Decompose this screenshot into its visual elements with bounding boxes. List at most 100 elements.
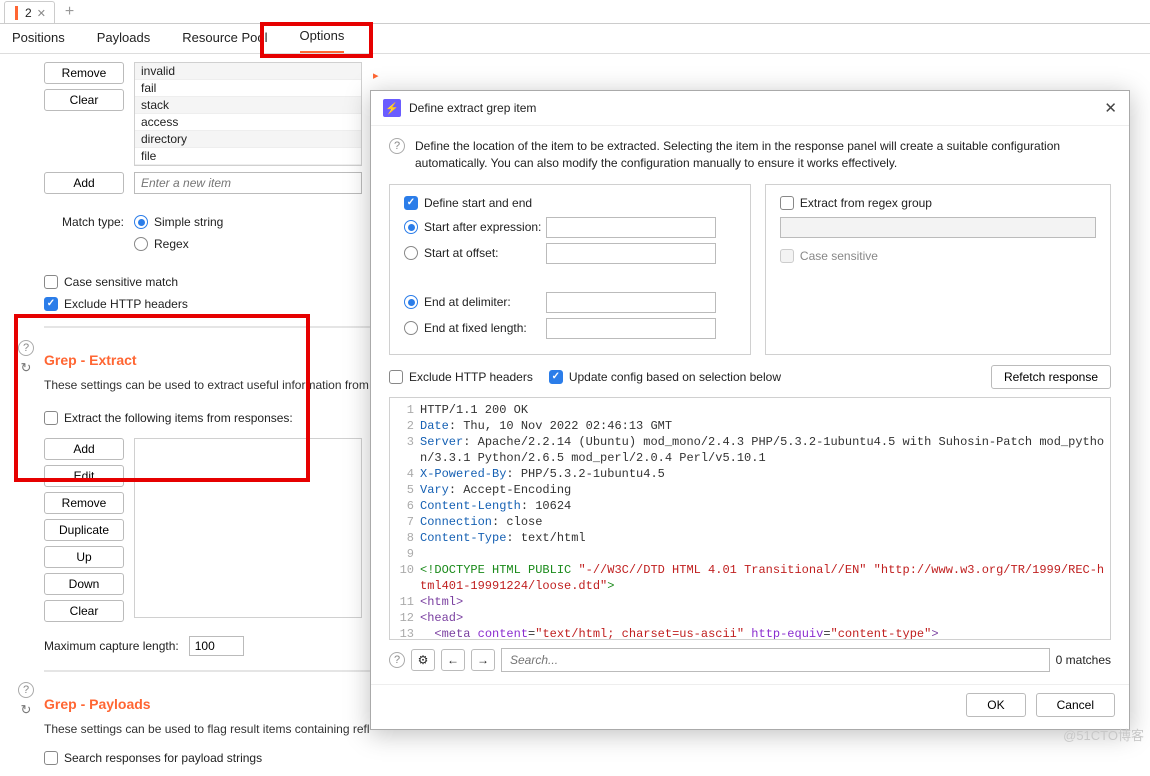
tab-positions[interactable]: Positions (12, 24, 65, 53)
checkbox-update-config[interactable] (549, 370, 563, 384)
dialog-desc: Define the location of the item to be ex… (415, 138, 1111, 172)
list-item[interactable]: invalid (135, 63, 361, 80)
help-icon[interactable]: ? (18, 340, 34, 356)
tab-options[interactable]: Options (300, 22, 345, 53)
start-after-expr-input[interactable] (546, 217, 716, 238)
response-line[interactable]: 5Vary: Accept-Encoding (390, 482, 1110, 498)
checkbox-extract-items[interactable] (44, 411, 58, 425)
extract-items-list[interactable] (134, 438, 362, 618)
radio-start-after-expr[interactable] (404, 220, 418, 234)
close-icon[interactable]: ✕ (1104, 99, 1117, 117)
search-input[interactable] (501, 648, 1050, 672)
extract-remove-button[interactable]: Remove (44, 492, 124, 514)
checkbox-exclude-http[interactable] (44, 297, 58, 311)
tab-resource-pool[interactable]: Resource Pool (182, 24, 267, 53)
cfg-label: End at delimiter: (424, 295, 546, 309)
extract-clear-button[interactable]: Clear (44, 600, 124, 622)
help-icon[interactable]: ? (389, 652, 405, 668)
extract-duplicate-button[interactable]: Duplicate (44, 519, 124, 541)
define-start-end-panel: Define start and end Start after express… (389, 184, 751, 355)
close-icon[interactable]: ✕ (37, 7, 46, 20)
max-capture-label: Maximum capture length: (44, 639, 179, 653)
checkbox-search-responses[interactable] (44, 751, 58, 765)
list-item[interactable]: stack (135, 97, 361, 114)
cancel-button[interactable]: Cancel (1036, 693, 1115, 717)
remove-button[interactable]: Remove (44, 62, 124, 84)
window-tabs: 2 ✕ + (0, 0, 1150, 24)
list-item[interactable]: directory (135, 131, 361, 148)
gear-icon[interactable]: ⚙ (411, 649, 435, 671)
list-item[interactable]: fail (135, 80, 361, 97)
response-line[interactable]: 6Content-Length: 10624 (390, 498, 1110, 514)
cfg-label: End at fixed length: (424, 321, 546, 335)
checkbox-exclude-http-dlg[interactable] (389, 370, 403, 384)
response-line[interactable]: 11<html> (390, 594, 1110, 610)
checkbox-label: Case sensitive (800, 249, 878, 263)
add-button[interactable]: Add (44, 172, 124, 194)
checkbox-case-sensitive[interactable] (44, 275, 58, 289)
define-extract-dialog: ⚡ Define extract grep item ✕ ? Define th… (370, 90, 1130, 730)
response-line[interactable]: 13 <meta content="text/html; charset=us-… (390, 626, 1110, 640)
radio-start-at-offset[interactable] (404, 246, 418, 260)
match-type-label: Match type: (44, 215, 124, 229)
checkbox-extract-regex[interactable] (780, 196, 794, 210)
radio-regex[interactable] (134, 237, 148, 251)
refetch-button[interactable]: Refetch response (991, 365, 1111, 389)
extract-edit-button[interactable]: Edit (44, 465, 124, 487)
checkbox-define-start-end[interactable] (404, 196, 418, 210)
checkbox-label: Exclude HTTP headers (64, 297, 188, 311)
radio-end-at-delimiter[interactable] (404, 295, 418, 309)
response-line[interactable]: 4X-Powered-By: PHP/5.3.2-1ubuntu4.5 (390, 466, 1110, 482)
matches-count: 0 matches (1056, 653, 1111, 667)
help-icon[interactable]: ? (18, 682, 34, 698)
grep-payloads-desc: These settings can be used to flag resul… (44, 722, 404, 736)
window-tab[interactable]: 2 ✕ (4, 1, 55, 23)
checkbox-label: Update config based on selection below (569, 370, 781, 384)
dialog-header: ⚡ Define extract grep item ✕ (371, 91, 1129, 126)
drag-marker-icon: ▸ (373, 69, 379, 82)
response-line[interactable]: 3Server: Apache/2.2.14 (Ubuntu) mod_mono… (390, 434, 1110, 466)
grep-extract-desc: These settings can be used to extract us… (44, 378, 404, 392)
response-line[interactable]: 2Date: Thu, 10 Nov 2022 02:46:13 GMT (390, 418, 1110, 434)
help-icon[interactable]: ? (389, 138, 405, 154)
list-item[interactable]: access (135, 114, 361, 131)
list-item[interactable]: file (135, 148, 361, 165)
response-line[interactable]: 12<head> (390, 610, 1110, 626)
response-line[interactable]: 10<!DOCTYPE HTML PUBLIC "-//W3C//DTD HTM… (390, 562, 1110, 594)
checkbox-label: Extract the following items from respons… (64, 411, 293, 425)
extract-up-button[interactable]: Up (44, 546, 124, 568)
tab-color-bar (15, 6, 18, 20)
dialog-title: Define extract grep item (409, 101, 536, 115)
clear-button[interactable]: Clear (44, 89, 124, 111)
response-line[interactable]: 9 (390, 546, 1110, 562)
checkbox-label: Exclude HTTP headers (409, 370, 533, 384)
match-items-list[interactable]: invalid fail stack access directory file (134, 62, 362, 166)
response-line[interactable]: 7Connection: close (390, 514, 1110, 530)
radio-end-at-fixed[interactable] (404, 321, 418, 335)
checkbox-case-sensitive-regex (780, 249, 794, 263)
refresh-icon[interactable]: ↻ (18, 702, 34, 718)
ok-button[interactable]: OK (966, 693, 1025, 717)
radio-simple-string[interactable] (134, 215, 148, 229)
extract-add-button[interactable]: Add (44, 438, 124, 460)
max-capture-input[interactable] (189, 636, 244, 656)
cfg-label: Start after expression: (424, 220, 546, 234)
new-item-input[interactable] (134, 172, 362, 194)
grep-extract-title: Grep - Extract (44, 352, 404, 368)
response-line[interactable]: 8Content-Type: text/html (390, 530, 1110, 546)
next-icon[interactable]: → (471, 649, 495, 671)
prev-icon[interactable]: ← (441, 649, 465, 671)
checkbox-label: Search responses for payload strings (64, 751, 262, 765)
end-at-delimiter-input[interactable] (546, 292, 716, 313)
extract-down-button[interactable]: Down (44, 573, 124, 595)
tab-payloads[interactable]: Payloads (97, 24, 150, 53)
refresh-icon[interactable]: ↻ (18, 360, 34, 376)
cfg-label: Start at offset: (424, 246, 546, 260)
start-at-offset-input[interactable] (546, 243, 716, 264)
checkbox-label: Define start and end (424, 196, 532, 210)
add-tab-button[interactable]: + (59, 5, 80, 19)
response-panel[interactable]: 1HTTP/1.1 200 OK2Date: Thu, 10 Nov 2022 … (389, 397, 1111, 640)
response-line[interactable]: 1HTTP/1.1 200 OK (390, 402, 1110, 418)
end-at-fixed-input[interactable] (546, 318, 716, 339)
subtabs: Positions Payloads Resource Pool Options (0, 24, 1150, 54)
